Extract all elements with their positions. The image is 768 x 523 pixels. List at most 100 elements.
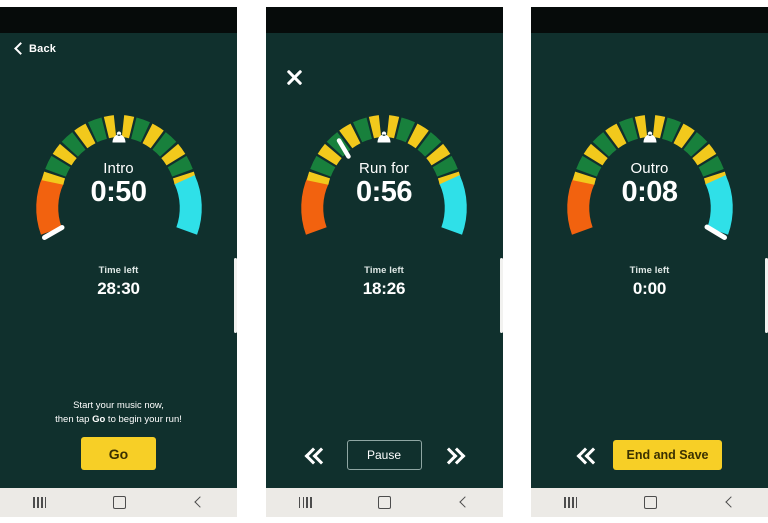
app-body-intro: Back Intro 0:50 Time left 28:30 Start yo… — [0, 33, 237, 488]
gauge-segment-yellow-2 — [73, 123, 96, 149]
transport-controls: End and Save — [531, 440, 768, 470]
gauge-segment-yellow-6 — [426, 143, 451, 166]
progress-gauge-intro: Intro 0:50 — [24, 109, 214, 259]
gauge-segment-green-6 — [698, 155, 724, 177]
gauge-segment-yellow-5 — [672, 123, 695, 149]
start-hint-line2-post: to begin your run! — [105, 414, 182, 426]
gauge-segment-green-5 — [682, 132, 707, 157]
go-button[interactable]: Go — [81, 437, 156, 470]
gauge-segment-green-1 — [44, 155, 70, 177]
gauge-segment-green-2 — [61, 132, 86, 157]
gauge-segment-yellow-1 — [583, 143, 608, 166]
start-hint-line2-pre: then tap — [55, 414, 93, 426]
home-icon[interactable] — [378, 496, 392, 509]
time-left-block: Time left 18:26 — [266, 265, 503, 299]
gauge-segment-green-3 — [353, 117, 373, 143]
android-nav-bar — [531, 488, 768, 517]
time-left-value: 28:30 — [97, 279, 140, 298]
gauge-segment-cyan — [439, 175, 467, 235]
app-body-outro: Outro 0:08 Time left 0:00 End and Save — [531, 33, 768, 488]
phone-screen-outro: Outro 0:08 Time left 0:00 End and Save — [531, 7, 768, 517]
gauge-svg — [301, 115, 467, 235]
gauge-segment-cyan — [704, 175, 733, 235]
gauge-segment-orange — [566, 175, 595, 235]
gauge-segment-yellow-3 — [634, 115, 647, 139]
time-left-value: 18:26 — [362, 279, 406, 298]
screenshot-row: Back Intro 0:50 Time left 28:30 Start yo… — [0, 0, 768, 523]
gauge-segment-green-1 — [575, 155, 601, 177]
scroll-indicator[interactable] — [234, 258, 237, 333]
gauge-segment-yellow-4 — [121, 115, 134, 139]
close-icon[interactable] — [286, 69, 303, 86]
gauge-segment-green-5 — [151, 132, 176, 157]
time-left-label: Time left — [364, 265, 404, 276]
back-icon[interactable] — [724, 497, 735, 508]
recents-icon[interactable] — [298, 497, 312, 508]
back-icon[interactable] — [193, 497, 204, 508]
gauge-segment-yellow-5 — [141, 123, 164, 149]
android-nav-bar — [0, 488, 237, 517]
transport-controls: Pause — [266, 440, 503, 470]
double-chevron-left-icon[interactable] — [576, 443, 601, 467]
gauge-segment-yellow-6 — [691, 143, 716, 166]
pause-button[interactable]: Pause — [346, 440, 422, 470]
gauge-segment-green-3 — [87, 117, 107, 143]
double-chevron-left-icon[interactable] — [304, 443, 329, 467]
gauge-segment-yellow-1 — [52, 143, 77, 166]
chevron-left-icon — [12, 43, 24, 55]
gauge-segment-orange — [301, 175, 329, 235]
home-icon[interactable] — [643, 496, 657, 509]
status-bar — [0, 7, 237, 33]
start-hint: Start your music now, then tap Go to beg… — [0, 399, 237, 427]
progress-gauge-run: Run for 0:56 — [289, 109, 479, 259]
gauge-svg — [566, 115, 733, 240]
progress-gauge-outro: Outro 0:08 — [555, 109, 745, 259]
gauge-segment-yellow-4 — [652, 115, 665, 139]
gauge-segment-yellow-4 — [386, 115, 400, 139]
footer-intro: Start your music now, then tap Go to beg… — [0, 399, 237, 470]
time-left-block: Time left 28:30 — [0, 265, 237, 299]
gauge-segment-green-4 — [130, 117, 150, 143]
double-chevron-right-icon[interactable] — [440, 443, 465, 467]
status-bar — [531, 7, 768, 33]
gauge-svg — [35, 115, 202, 240]
footer-run: Pause — [266, 440, 503, 470]
gauge-segment-green-1 — [310, 155, 336, 177]
gauge-segment-green-4 — [395, 117, 415, 143]
gauge-segment-yellow-3 — [103, 115, 116, 139]
gauge-segment-green-6 — [167, 155, 193, 177]
back-icon[interactable] — [458, 497, 469, 508]
gauge-segment-green-5 — [417, 132, 442, 157]
recents-icon[interactable] — [564, 497, 578, 508]
app-body-run: Run for 0:56 Time left 18:26 Pause — [265, 33, 503, 488]
start-hint-go-word: Go — [92, 414, 106, 426]
gauge-segment-yellow-3 — [368, 115, 382, 139]
time-left-value: 0:00 — [632, 279, 667, 298]
phone-screen-run: Run for 0:56 Time left 18:26 Pause — [265, 7, 503, 517]
gauge-segment-green-3 — [618, 117, 638, 143]
screen-gap-1 — [237, 0, 266, 523]
status-bar — [265, 7, 503, 33]
gauge-segment-yellow-1 — [317, 143, 342, 166]
gauge-segment-yellow-0 — [41, 171, 65, 185]
footer-outro: End and Save — [531, 440, 768, 470]
back-button[interactable]: Back — [12, 43, 56, 55]
gauge-segment-yellow-0 — [572, 171, 596, 185]
gauge-segment-yellow-6 — [160, 143, 185, 166]
gauge-segment-green-4 — [661, 117, 681, 143]
start-hint-line1: Start your music now, — [73, 400, 164, 412]
android-nav-bar — [265, 488, 503, 517]
gauge-segment-yellow-5 — [407, 123, 429, 149]
gauge-segment-yellow-2 — [339, 123, 361, 149]
time-left-label: Time left — [98, 265, 139, 276]
recents-icon[interactable] — [33, 497, 47, 508]
gauge-segment-green-2 — [592, 132, 617, 157]
gauge-segment-cyan — [173, 175, 202, 235]
end-and-save-button[interactable]: End and Save — [612, 440, 723, 470]
home-icon[interactable] — [112, 496, 126, 509]
screen-gap-2 — [502, 0, 531, 523]
gauge-segment-orange — [35, 175, 64, 235]
time-left-label: Time left — [629, 265, 670, 276]
gauge-segment-green-6 — [432, 155, 458, 177]
scroll-indicator[interactable] — [499, 258, 503, 333]
